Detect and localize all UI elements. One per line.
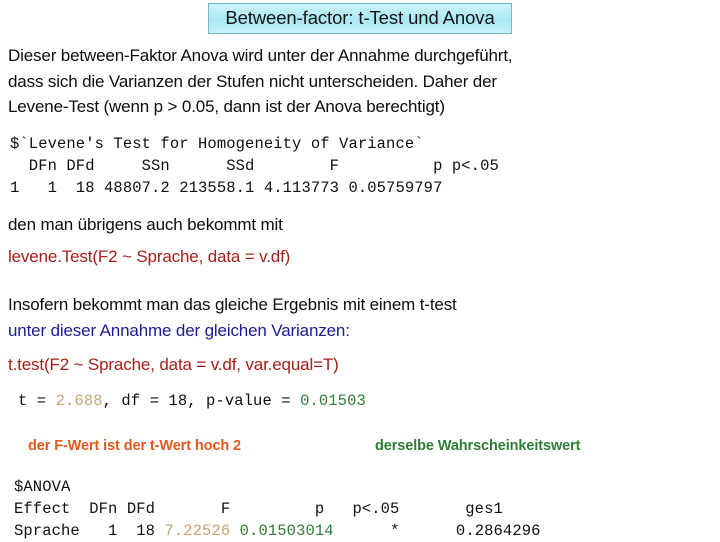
anova-output-block: $ANOVA Effect DFn DFd F p p<.05 ges1 Spr… xyxy=(14,476,541,542)
anova-sep-3 xyxy=(400,522,456,540)
anova-sep-2 xyxy=(334,522,390,540)
levene-test-call: levene.Test(F2 ~ Sprache, data = v.df) xyxy=(8,247,291,266)
anova-f-value: 7.22526 xyxy=(164,522,231,540)
anova-p-value: 0.01503014 xyxy=(239,522,334,540)
anova-sep-1 xyxy=(230,522,239,540)
levene-output-values: 1 1 18 48807.2 213558.1 4.113773 0.05759… xyxy=(10,179,443,197)
anova-row-prefix: Sprache 1 18 xyxy=(14,522,165,540)
t-test-middle: , df = 18, p-value = xyxy=(102,392,301,410)
anova-ges-value: 0.2864296 xyxy=(455,522,541,540)
annahme-paragraph: unter dieser Annahme der gleichen Varian… xyxy=(8,321,350,340)
page-title: Between-factor: t-Test und Anova xyxy=(208,3,512,34)
den-man-paragraph: den man übrigens auch bekommt mit xyxy=(8,215,283,234)
t-test-p-value: 0.01503 xyxy=(300,392,366,410)
levene-output-block: $`Levene's Test for Homogeneity of Varia… xyxy=(10,133,499,199)
anova-significance-star: * xyxy=(390,522,400,540)
anova-output-title: $ANOVA xyxy=(14,478,71,496)
levene-output-columns: DFn DFd SSn SSd F p p<.05 xyxy=(10,157,499,175)
t-test-call: t.test(F2 ~ Sprache, data = v.df, var.eq… xyxy=(8,355,339,374)
t-test-prefix: t = xyxy=(18,392,56,410)
slide-title-container: Between-factor: t-Test und Anova xyxy=(0,3,720,34)
annotation-wahrscheinkeitswert: derselbe Wahrscheinkeitswert xyxy=(375,438,581,454)
anova-output-columns: Effect DFn DFd F p p<.05 ges1 xyxy=(14,500,503,518)
annotation-f-wert: der F-Wert ist der t-Wert hoch 2 xyxy=(28,438,241,454)
levene-output-header: $`Levene's Test for Homogeneity of Varia… xyxy=(10,135,424,153)
intro-paragraph: Dieser between-Faktor Anova wird unter d… xyxy=(8,46,513,116)
t-statistic-value: 2.688 xyxy=(55,392,103,410)
insofern-paragraph: Insofern bekommt man das gleiche Ergebni… xyxy=(8,295,457,314)
t-test-output-block: t = 2.688, df = 18, p-value = 0.01503 xyxy=(18,390,366,412)
